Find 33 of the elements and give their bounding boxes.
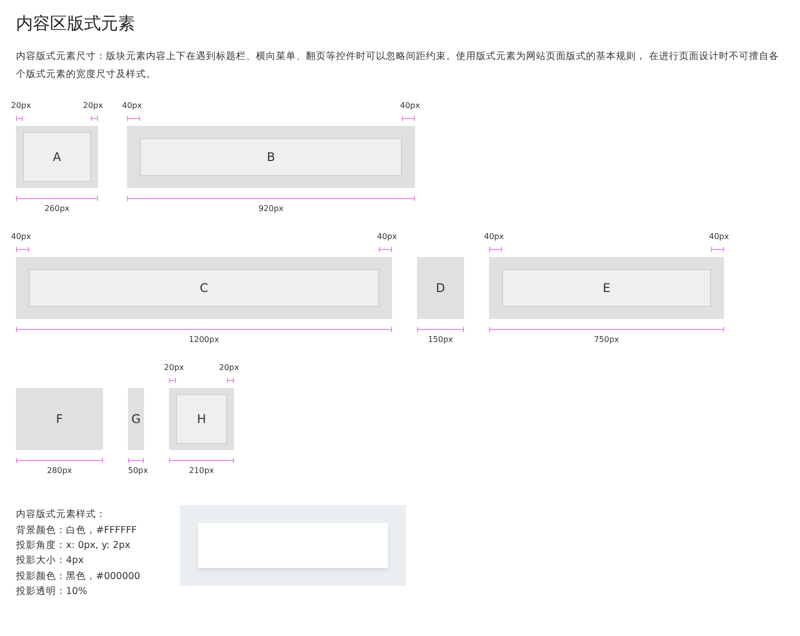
margin-label: 40px [709,231,729,244]
width-label: 920px [257,203,285,216]
spec-text: 投影大小：4px [16,554,85,568]
width-label: 280px [46,465,74,478]
description-text: 内容版式元素尺寸：版块元素内容上下在遇到标题栏、横向菜单、翻页等控件时可以忽略间距约束。使用版式元素为网站页面版式的基本规则， 在进行页面设计时不可擅自各个版式元素的宽度尺寸及样式。 [16,50,780,82]
block-letter: F [56,411,63,428]
spec-text: 投影透明：10% [16,584,88,599]
spec-text: 投影颜色：黑色，#000000 [16,570,140,584]
margin-label: 20px [83,100,103,112]
width-label: 210px [188,465,216,478]
margin-label: 40px [11,231,31,244]
block-letter: C [200,280,208,298]
width-label: 1200px [188,334,220,346]
margin-label: 40px [377,231,397,244]
width-label: 260px [43,203,71,216]
margin-label: 40px [484,231,504,244]
margin-label: 20px [219,362,239,374]
margin-label: 40px [400,100,420,112]
block-letter: G [131,411,141,428]
block-letter: D [436,280,446,298]
block-letter: A [52,149,62,166]
margin-label: 20px [11,100,31,112]
block-letter: E [602,280,610,298]
width-label: 150px [426,334,454,346]
width-label: 750px [592,334,620,346]
block-letter: B [266,149,276,166]
spec-text: 背景颜色：白色，#FFFFFF [16,524,138,538]
margin-label: 20px [164,362,184,374]
page-title: 内容区版式元素 [16,14,136,34]
margin-label: 40px [122,100,142,112]
block-letter: H [196,411,206,428]
spec-text: 内容版式元素样式： [16,508,107,522]
spec-text: 投影角度：x: 0px, y: 2px [16,538,132,553]
